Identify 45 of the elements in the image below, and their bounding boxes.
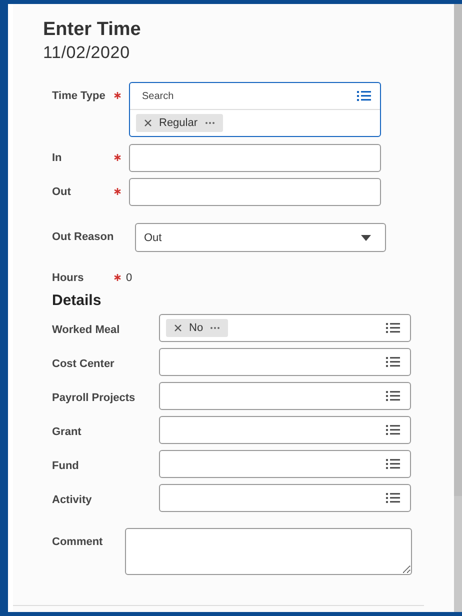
input-field[interactable]	[129, 178, 381, 206]
field-label: Grant	[52, 426, 82, 438]
selected-chip[interactable]: Regular	[136, 114, 223, 132]
field-label: Activity	[52, 494, 92, 506]
close-icon	[144, 119, 152, 127]
list-icon	[386, 390, 400, 402]
list-icon	[386, 492, 400, 504]
field-label: Comment	[52, 536, 103, 548]
scrollbar[interactable]	[454, 4, 462, 612]
field-label: In	[52, 152, 62, 164]
list-icon	[386, 458, 400, 470]
dropdown-value: Out	[144, 232, 162, 244]
prompt-field[interactable]	[159, 484, 411, 512]
comment-field[interactable]	[125, 528, 412, 575]
field-label: Time Type	[52, 90, 106, 102]
search-field[interactable]: Search Regular	[129, 82, 381, 137]
list-icon	[357, 90, 371, 102]
date-text: 11/02/2020	[43, 42, 131, 64]
chip-label: Regular	[159, 117, 198, 129]
section-heading: Details	[52, 292, 102, 309]
dropdown[interactable]: Out	[135, 223, 386, 252]
field-label: Cost Center	[52, 358, 114, 370]
input-field[interactable]	[129, 144, 381, 172]
prompt-field[interactable]	[159, 348, 411, 376]
field-label: Payroll Projects	[52, 392, 136, 404]
field-label: Fund	[52, 460, 79, 472]
list-icon	[386, 424, 400, 436]
field-label: Hours	[52, 272, 84, 284]
more-icon	[210, 326, 220, 330]
close-icon	[174, 324, 182, 332]
caret-icon	[361, 234, 371, 240]
list-icon	[386, 356, 400, 368]
prompt-field[interactable]	[159, 450, 411, 478]
field-label: Out Reason	[52, 231, 114, 243]
list-icon	[386, 322, 400, 334]
prompt-field[interactable]: No	[159, 314, 411, 342]
chip-label: No	[189, 322, 204, 334]
more-icon	[204, 121, 215, 125]
page-title: Enter Time	[43, 18, 142, 42]
field-label: Out	[52, 186, 71, 198]
prompt-field[interactable]	[159, 382, 411, 410]
field-value: 0	[126, 271, 132, 284]
selected-chip[interactable]: No	[166, 319, 228, 337]
field-label: Worked Meal	[52, 324, 120, 336]
prompt-field[interactable]	[159, 416, 411, 444]
